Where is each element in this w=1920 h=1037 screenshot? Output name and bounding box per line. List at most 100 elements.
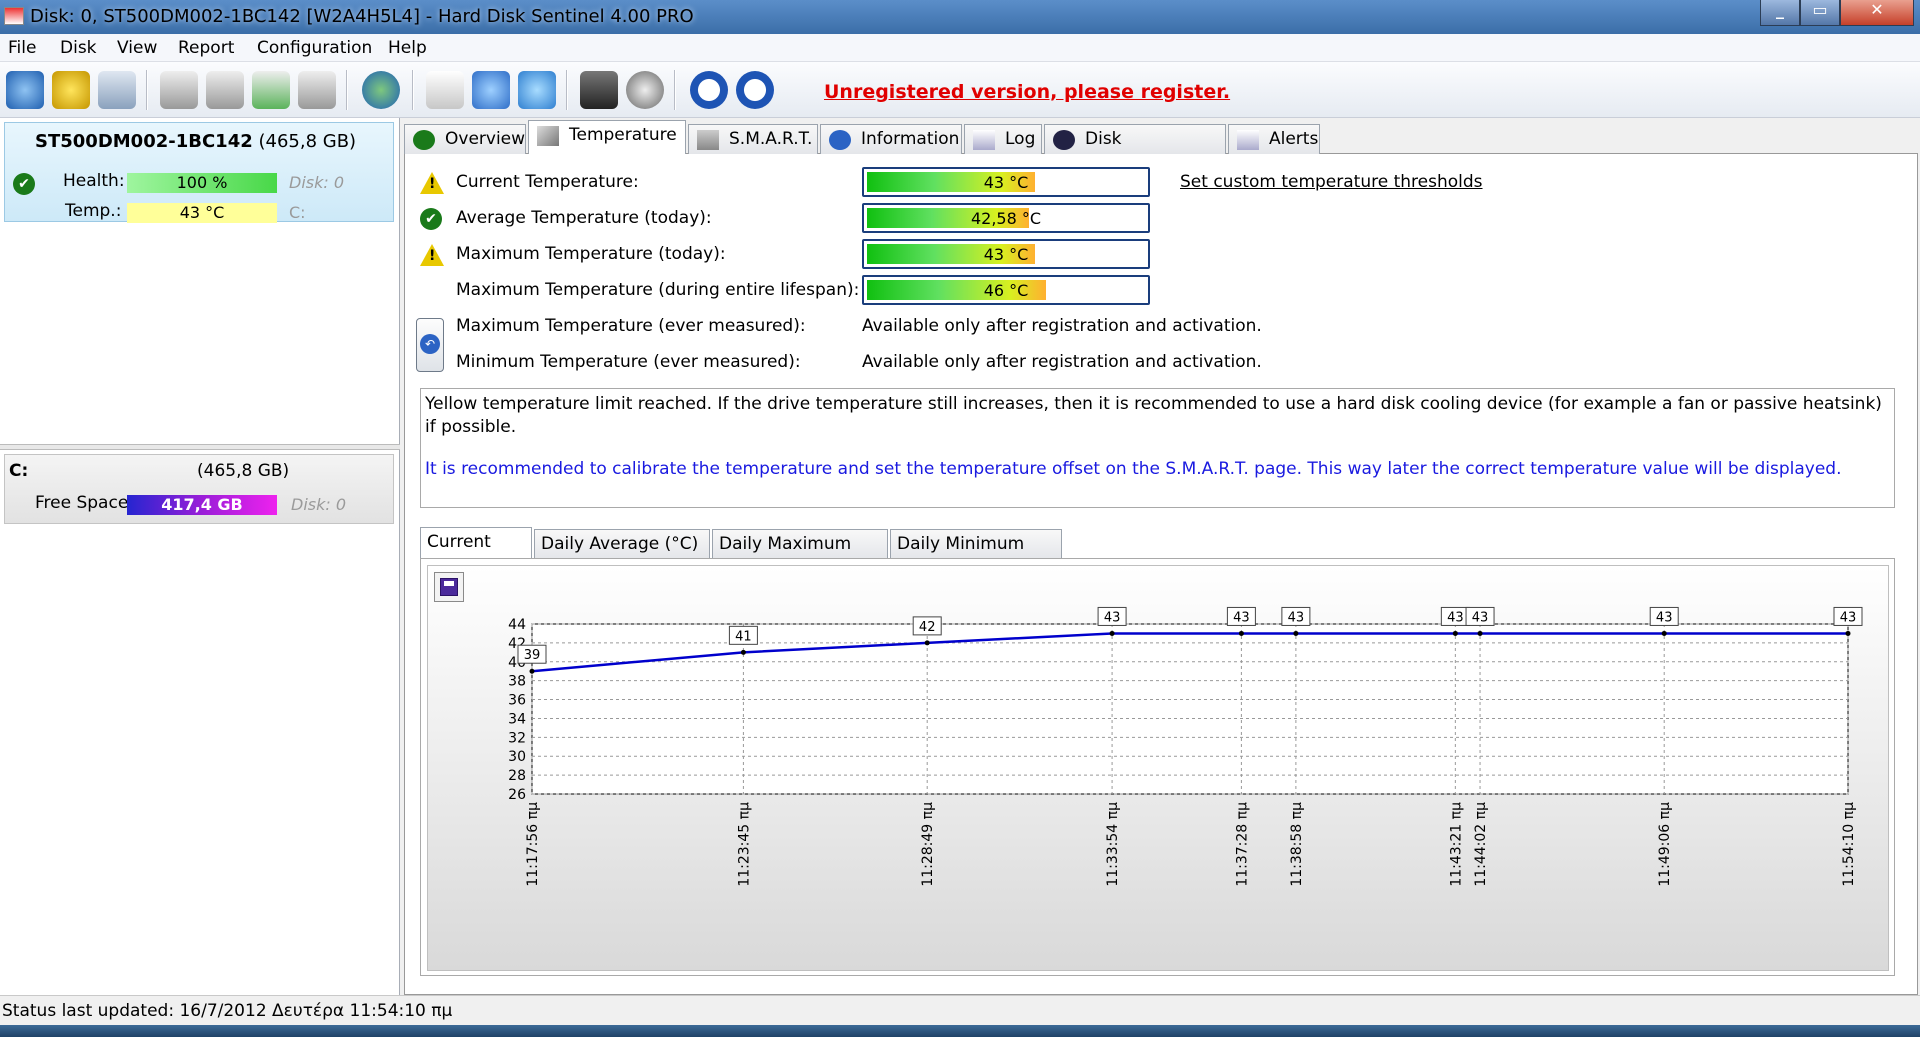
tab-overview[interactable]: Overview xyxy=(404,124,526,154)
menu-configuration[interactable]: Configuration xyxy=(257,38,372,58)
disk-title: ST500DM002-1BC142 (465,8 GB) xyxy=(35,131,356,152)
chart-frame: 26 28 30 32 34 36 38 40 42 44 11:17:56 πμ 11:23:45 … xyxy=(420,558,1895,976)
max-lifespan-value: 46 °C xyxy=(983,281,1029,300)
disk-check-icon[interactable] xyxy=(252,71,290,109)
data-point xyxy=(1661,630,1667,636)
x-tick-label: 11:37:28 πμ xyxy=(1234,802,1250,887)
max-today-value: 43 °C xyxy=(983,245,1029,264)
volume-size: (465,8 GB) xyxy=(197,461,290,481)
menu-bar: File Disk View Report Configuration Help xyxy=(0,34,1920,62)
message-box: Yellow temperature limit reached. If the… xyxy=(420,388,1895,508)
register-link[interactable]: Unregistered version, please register. xyxy=(824,81,1230,103)
refresh-icon[interactable] xyxy=(6,71,44,109)
average-temp-bar: 42,58 °C xyxy=(862,203,1150,233)
health-ok-icon: ✔ xyxy=(13,173,35,195)
report-icon[interactable] xyxy=(426,71,464,109)
data-label: 43 xyxy=(1288,610,1305,625)
disk-tool-icon[interactable] xyxy=(160,71,198,109)
tab-log[interactable]: Log xyxy=(964,124,1042,154)
menu-help[interactable]: Help xyxy=(388,38,427,58)
y-tick-label: 34 xyxy=(508,711,526,727)
info-icon[interactable] xyxy=(736,71,774,109)
x-tick-label: 11:28:49 πμ xyxy=(920,802,936,887)
alert-icon[interactable] xyxy=(52,71,90,109)
free-disk-label: Disk: 0 xyxy=(291,495,347,514)
close-button[interactable]: ✕ xyxy=(1840,0,1914,26)
sound-icon[interactable] xyxy=(626,71,664,109)
subtab-daily-average[interactable]: Daily Average (°C) xyxy=(534,529,710,559)
globe-icon[interactable] xyxy=(362,71,400,109)
volume-card[interactable]: C: (465,8 GB) Free Space 417,4 GB Disk: … xyxy=(4,454,394,524)
y-tick-label: 38 xyxy=(508,674,526,690)
check-icon xyxy=(413,130,435,150)
max-lifespan-label: Maximum Temperature (during entire lifes… xyxy=(456,280,860,300)
average-temp-label: Average Temperature (today): xyxy=(456,208,712,228)
data-point xyxy=(1109,630,1115,636)
warning-message: Yellow temperature limit reached. If the… xyxy=(425,394,1882,437)
tab-information[interactable]: Information xyxy=(820,124,962,154)
x-tick-label: 11:38:58 πμ xyxy=(1289,802,1305,887)
temp-drive-label: C: xyxy=(289,203,306,222)
minimize-button[interactable]: _ xyxy=(1760,0,1800,26)
health-label: Health: xyxy=(63,171,125,191)
toolbar: Unregistered version, please register. xyxy=(0,62,1920,118)
disk-icon[interactable] xyxy=(98,71,136,109)
subtab-daily-maximum[interactable]: Daily Maximum (°C) xyxy=(712,529,888,582)
data-point xyxy=(1293,630,1299,636)
panel-divider[interactable] xyxy=(0,444,400,450)
menu-report[interactable]: Report xyxy=(178,38,234,58)
subtab-daily-minimum[interactable]: Daily Minimum (°C) xyxy=(890,529,1062,582)
x-tick-label: 11:44:02 πμ xyxy=(1473,802,1489,887)
tab-disk-performance[interactable]: Disk Performance xyxy=(1044,124,1226,177)
disk-tool3-icon[interactable] xyxy=(298,71,336,109)
toolbar-separator xyxy=(146,70,148,110)
maximize-button[interactable]: ▭ xyxy=(1800,0,1840,26)
chart-tabs: Current (°C) Daily Average (°C) Daily Ma… xyxy=(420,527,1895,582)
disk-tool2-icon[interactable] xyxy=(206,71,244,109)
graph-icon[interactable] xyxy=(580,71,618,109)
status-bar: Status last updated: 16/7/2012 Δευτέρα 1… xyxy=(0,995,1920,1025)
gauge-icon xyxy=(1053,130,1075,150)
data-label: 41 xyxy=(735,629,752,644)
data-point xyxy=(924,640,930,646)
data-label: 42 xyxy=(919,620,936,635)
custom-thresholds-link[interactable]: Set custom temperature thresholds xyxy=(1180,172,1483,192)
tab-label: Log xyxy=(1005,129,1036,149)
toolbar-separator xyxy=(412,70,414,110)
disk-card[interactable]: ST500DM002-1BC142 (465,8 GB) ✔ Health: 1… xyxy=(4,122,394,223)
ever-min-note: Available only after registration and ac… xyxy=(862,352,1262,372)
title-bar: Disk: 0, ST500DM002-1BC142 [W2A4H5L4] - … xyxy=(0,0,1920,34)
tab-label: Alerts xyxy=(1269,129,1319,149)
tab-smart[interactable]: S.M.A.R.T. xyxy=(688,124,818,154)
max-lifespan-bar: 46 °C xyxy=(862,275,1150,305)
tab-temperature[interactable]: Temperature xyxy=(528,120,686,155)
alerts-icon xyxy=(1237,130,1259,150)
data-point xyxy=(1477,630,1483,636)
data-point xyxy=(1452,630,1458,636)
data-label: 39 xyxy=(524,648,541,663)
volume-letter: C: xyxy=(9,461,29,481)
transfer-icon[interactable] xyxy=(472,71,510,109)
y-tick-label: 30 xyxy=(508,749,526,765)
calibrate-button[interactable]: ↶ xyxy=(416,318,444,372)
menu-view[interactable]: View xyxy=(117,38,157,58)
y-tick-label: 26 xyxy=(508,787,526,803)
data-label: 43 xyxy=(1656,610,1673,625)
menu-file[interactable]: File xyxy=(8,38,36,58)
network-icon[interactable] xyxy=(518,71,556,109)
menu-disk[interactable]: Disk xyxy=(60,38,97,58)
help-icon[interactable] xyxy=(690,71,728,109)
disk-list-panel: ST500DM002-1BC142 (465,8 GB) ✔ Health: 1… xyxy=(0,118,400,995)
current-temp-label: Current Temperature: xyxy=(456,172,639,192)
average-temp-value: 42,58 °C xyxy=(970,209,1042,228)
taskbar xyxy=(0,1025,1920,1037)
data-point xyxy=(1238,630,1244,636)
subtab-current[interactable]: Current (°C) xyxy=(420,527,532,580)
toolbar-separator xyxy=(674,70,676,110)
max-today-bar: 43 °C xyxy=(862,239,1150,269)
data-label: 43 xyxy=(1104,610,1121,625)
free-space-bar: 417,4 GB xyxy=(127,495,277,515)
log-icon xyxy=(973,130,995,150)
tab-alerts[interactable]: Alerts xyxy=(1228,124,1320,154)
warning-icon xyxy=(420,172,444,194)
